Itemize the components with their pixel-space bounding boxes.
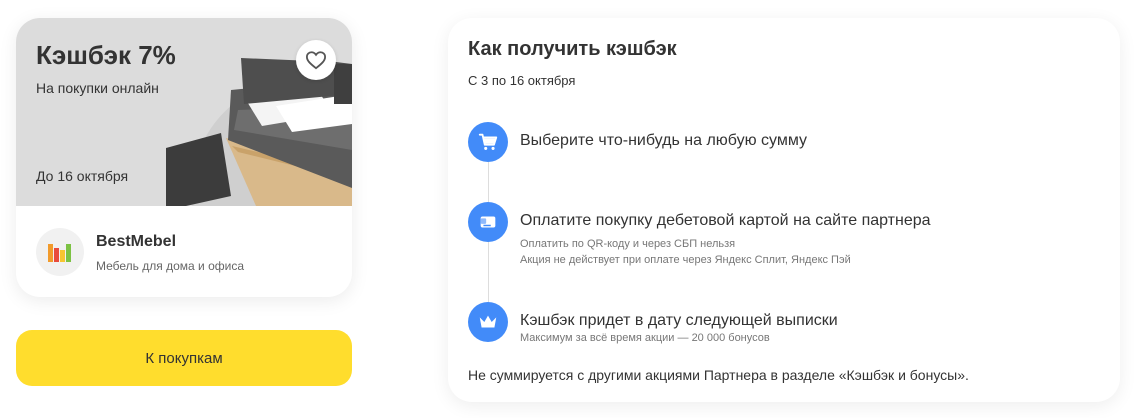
step-icon: [468, 202, 508, 242]
offer-end-date: До 16 октября: [36, 168, 129, 184]
go-shopping-button[interactable]: К покупкам: [16, 330, 352, 386]
promo-period: С 3 по 16 октября: [468, 73, 576, 88]
cart-icon: [478, 133, 498, 150]
step-note: Акция не действует при оплате через Янде…: [520, 254, 851, 266]
step-icon: [468, 302, 508, 342]
howto-panel: Как получить кэшбэк С 3 по 16 октября Вы…: [448, 18, 1120, 402]
offer-banner[interactable]: Кэшбэк 7% На покупки онлайн До 16 октябр…: [16, 18, 352, 206]
offer-subtitle: На покупки онлайн: [36, 80, 159, 96]
partner-info[interactable]: BestMebel Мебель для дома и офиса: [16, 206, 352, 297]
card-icon: [480, 216, 496, 228]
offer-card[interactable]: Кэшбэк 7% На покупки онлайн До 16 октябр…: [16, 18, 352, 297]
heart-icon: [305, 51, 327, 70]
crown-icon: [479, 315, 497, 328]
step-title: Выберите что-нибудь на любую сумму: [520, 132, 808, 149]
step-title: Кэшбэк придет в дату следующей выписки: [520, 312, 838, 329]
step-icon: [468, 122, 508, 162]
partner-description: Мебель для дома и офиса: [96, 259, 245, 273]
offer-title: Кэшбэк 7%: [36, 40, 176, 70]
bestmebel-logo-icon: [48, 244, 71, 262]
partner-logo: [36, 228, 84, 276]
favorite-button[interactable]: [296, 40, 336, 80]
howto-footnote: Не суммируется с другими акциями Партнер…: [468, 367, 969, 383]
howto-title: Как получить кэшбэк: [468, 38, 677, 60]
step-note: Оплатить по QR-коду и через СБП нельзя: [520, 238, 736, 250]
step-title: Оплатите покупку дебетовой картой на сай…: [520, 212, 931, 229]
partner-name: BestMebel: [96, 233, 177, 250]
step-note: Максимум за всё время акции — 20 000 бон…: [520, 332, 770, 344]
